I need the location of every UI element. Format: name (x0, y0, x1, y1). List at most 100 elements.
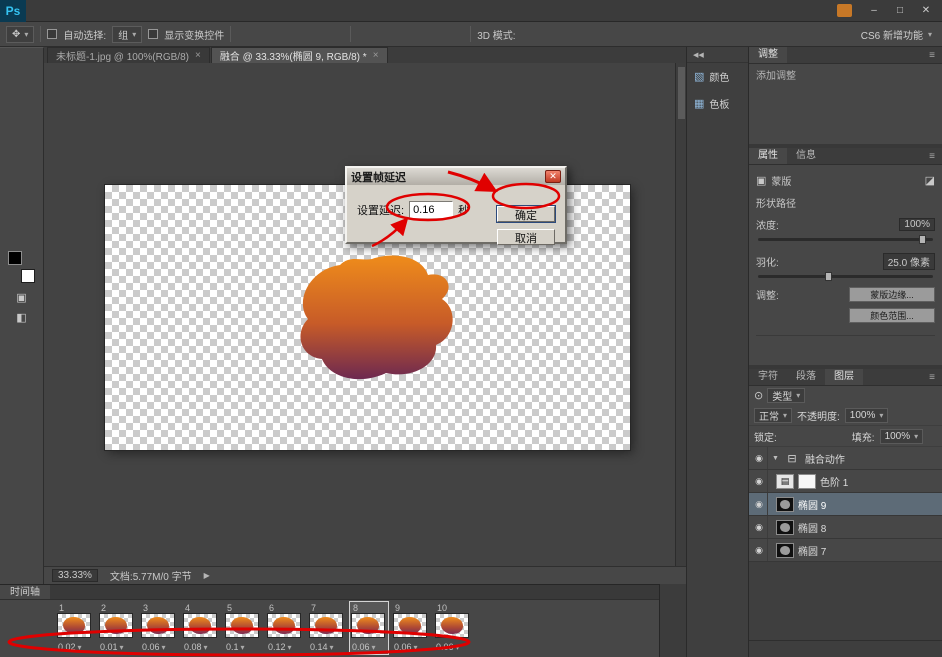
dialog-close-button[interactable]: ✕ (545, 170, 561, 183)
zoom-level-field[interactable]: 33.33% (52, 569, 98, 582)
frame-delay-dropdown[interactable]: 0.01 ▾ (99, 642, 135, 652)
frame-thumbnail[interactable] (435, 613, 469, 638)
channel-mixer-icon[interactable] (846, 103, 877, 120)
slider-thumb[interactable] (919, 235, 926, 244)
tool-preset-picker[interactable]: ✥ ▾ (6, 26, 34, 43)
dodge-tool[interactable] (22, 167, 44, 186)
layer-mask-thumbnail[interactable] (798, 474, 816, 489)
frame-thumbnail[interactable] (99, 613, 133, 638)
auto-select-target-dropdown[interactable]: 组 ▾ (112, 26, 142, 43)
frame-thumbnail[interactable] (225, 613, 259, 638)
pen-tool[interactable] (0, 186, 22, 205)
cancel-button[interactable]: 取消 (497, 229, 555, 245)
frame-delay-dropdown[interactable]: 0.06 ▾ (351, 642, 387, 652)
frame-thumbnail[interactable] (351, 613, 385, 638)
layer-filter-dropdown[interactable]: 类型 ▾ (767, 388, 805, 403)
visibility-toggle[interactable]: ◉ (751, 516, 768, 538)
feather-slider[interactable] (758, 275, 933, 278)
panel-menu-icon[interactable]: ≡ (922, 372, 942, 383)
frame-thumbnail[interactable] (183, 613, 217, 638)
animation-frame[interactable]: 3 0.06 ▾ (140, 602, 178, 654)
history-brush-tool[interactable] (22, 129, 44, 148)
clone-stamp-tool[interactable] (0, 129, 22, 148)
hand-tool[interactable] (0, 224, 22, 243)
blur-tool[interactable] (0, 167, 22, 186)
layer-row[interactable]: ◉ 椭圆 8 (749, 516, 942, 539)
color-balance-icon[interactable] (754, 103, 785, 120)
panel-menu-icon[interactable]: ≡ (922, 50, 942, 61)
animation-frame[interactable]: 9 0.06 ▾ (392, 602, 430, 654)
exposure-icon[interactable] (846, 84, 877, 101)
dialog-titlebar[interactable]: 设置帧延迟 ✕ (347, 168, 565, 185)
animation-frame[interactable]: 4 0.08 ▾ (182, 602, 220, 654)
threshold-icon[interactable] (785, 122, 816, 139)
animation-frame[interactable]: 10 0.06 ▾ (434, 602, 472, 654)
tab-paragraph[interactable]: 段落 (787, 369, 825, 385)
eyedropper-tool[interactable] (22, 91, 44, 110)
path-select-tool[interactable] (0, 205, 22, 224)
opacity-field[interactable]: 100% ▾ (845, 408, 889, 423)
minimize-button[interactable]: – (862, 1, 886, 21)
layer-thumbnail[interactable] (776, 520, 794, 535)
brush-tool[interactable] (22, 110, 44, 129)
layer-thumbnail[interactable]: ▤ (776, 474, 794, 489)
visibility-toggle[interactable]: ◉ (751, 447, 768, 469)
color-lookup-icon[interactable] (876, 103, 907, 120)
frame-delay-dropdown[interactable]: 0.06 ▾ (435, 642, 471, 652)
frame-delay-dropdown[interactable]: 0.08 ▾ (183, 642, 219, 652)
layer-thumbnail[interactable] (776, 497, 794, 512)
hue-saturation-icon[interactable] (907, 84, 938, 101)
slider-thumb[interactable] (825, 272, 832, 281)
animation-frame[interactable]: 8 0.06 ▾ (350, 602, 388, 654)
marquee-tool[interactable] (0, 53, 22, 72)
tab-properties[interactable]: 属性 (749, 148, 787, 164)
selective-color-icon[interactable] (846, 122, 877, 139)
screen-mode-button[interactable]: ◧ (16, 311, 26, 324)
lasso-tool[interactable] (0, 72, 22, 91)
color-range-button[interactable]: 颜色范围... (849, 308, 935, 323)
eraser-tool[interactable] (0, 148, 22, 167)
zoom-tool[interactable] (22, 224, 44, 243)
show-transform-checkbox[interactable] (148, 29, 158, 39)
swatches-panel-button[interactable]: ▦ 色板 (687, 90, 748, 117)
frame-thumbnail[interactable] (393, 613, 427, 638)
group-twirl-icon[interactable]: ▼ (772, 455, 779, 462)
feather-value[interactable]: 25.0 像素 (883, 253, 935, 270)
animation-frame[interactable]: 5 0.1 ▾ (224, 602, 262, 654)
layer-row[interactable]: ◉ ▼ ⊟ 融合动作 (749, 447, 942, 470)
density-value[interactable]: 100% (899, 218, 935, 231)
tab-character[interactable]: 字符 (749, 369, 787, 385)
scrollbar-thumb[interactable] (678, 67, 685, 119)
gradient-tool[interactable] (22, 148, 44, 167)
timeline-tab[interactable]: 时间轴 (0, 585, 50, 599)
layer-row[interactable]: ◉ 椭圆 9 (749, 493, 942, 516)
vibrance-icon[interactable] (876, 84, 907, 101)
frame-delay-dropdown[interactable]: 0.06 ▾ (141, 642, 177, 652)
auto-select-checkbox[interactable] (47, 29, 57, 39)
type-tool[interactable] (22, 186, 44, 205)
photo-filter-icon[interactable] (815, 103, 846, 120)
tab-layers[interactable]: 图层 (825, 369, 863, 385)
magic-wand-tool[interactable] (22, 72, 44, 91)
animation-frame[interactable]: 1 0.02 ▾ (56, 602, 94, 654)
mask-thumbnail[interactable]: ◪ (925, 174, 935, 187)
workspace-switcher[interactable]: CS6 新增功能 ▾ (861, 27, 936, 42)
delay-input[interactable] (409, 201, 453, 218)
document-tab[interactable]: 融合 @ 33.33%(椭圆 9, RGB/8) * × (211, 47, 388, 63)
frame-thumbnail[interactable] (309, 613, 343, 638)
brightness-contrast-icon[interactable] (754, 84, 785, 101)
close-button[interactable]: ✕ (914, 1, 938, 21)
invert-icon[interactable] (907, 103, 938, 120)
background-color-swatch[interactable] (21, 269, 35, 283)
frame-delay-dropdown[interactable]: 0.1 ▾ (225, 642, 261, 652)
fill-field[interactable]: 100% ▾ (880, 429, 924, 444)
frame-thumbnail[interactable] (141, 613, 175, 638)
tab-info[interactable]: 信息 (787, 148, 825, 164)
gradient-map-icon[interactable] (815, 122, 846, 139)
status-expand-button[interactable]: ▶ (204, 571, 210, 580)
levels-icon[interactable] (785, 84, 816, 101)
close-tab-icon[interactable]: × (195, 50, 201, 61)
maximize-button[interactable]: □ (888, 1, 912, 21)
mask-edge-button[interactable]: 蒙版边缘... (849, 287, 935, 302)
animation-frame[interactable]: 7 0.14 ▾ (308, 602, 346, 654)
